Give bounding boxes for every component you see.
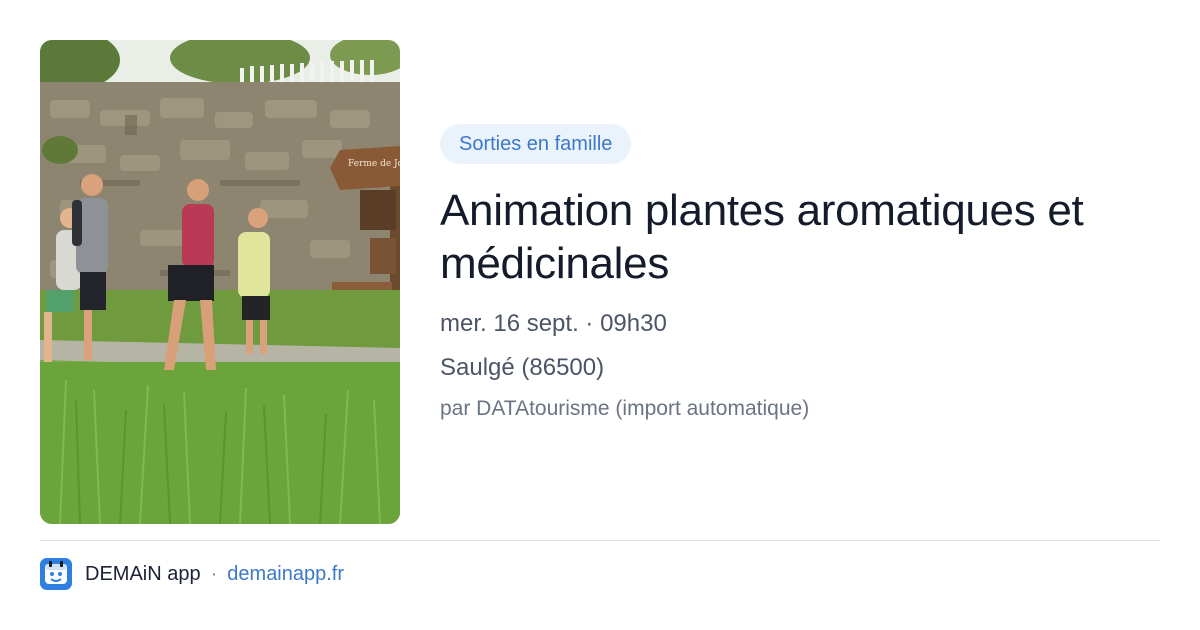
app-name: DEMAiN app bbox=[85, 562, 201, 585]
footer-separator: · bbox=[210, 562, 218, 585]
app-domain-link[interactable]: demainapp.fr bbox=[227, 563, 344, 586]
footer: DEMAiN app · demainapp.fr bbox=[40, 558, 344, 590]
event-title: Animation plantes aromatiques et médicin… bbox=[440, 186, 1084, 288]
category-badge[interactable]: Sorties en famille bbox=[440, 124, 632, 164]
app-logo-icon bbox=[40, 558, 72, 590]
family-walk-image: Ferme de Jo bbox=[40, 40, 400, 524]
event-photo: Ferme de Jo bbox=[40, 40, 400, 524]
footer-divider bbox=[40, 540, 1160, 541]
sign-text: Ferme de Jo bbox=[348, 159, 400, 169]
event-details: Sorties en famille Animation plantes aro… bbox=[440, 124, 1160, 422]
event-source: par DATAtourisme (import automatique) bbox=[440, 397, 810, 420]
event-location: Saulgé (86500) bbox=[440, 354, 605, 381]
event-datetime: mer. 16 sept. · 09h30 bbox=[440, 310, 667, 337]
